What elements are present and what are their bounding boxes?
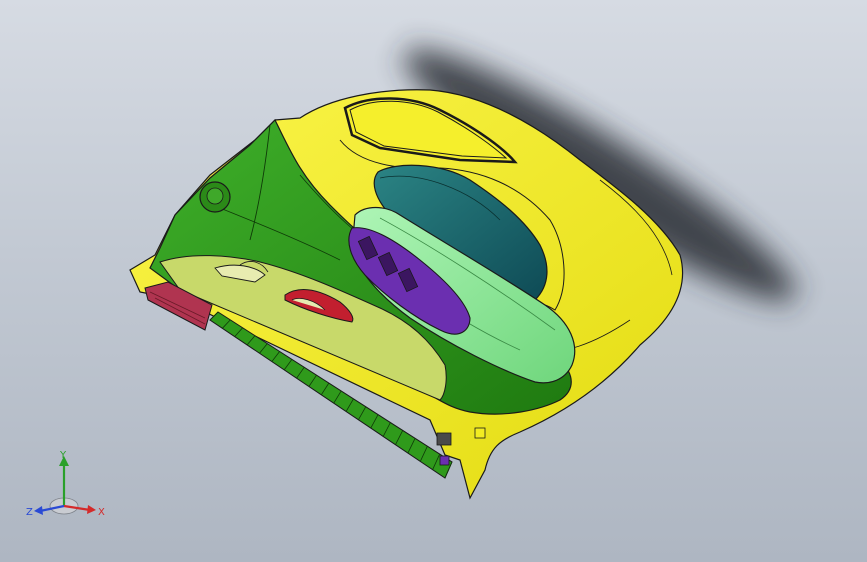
- door-panel-model[interactable]: [0, 0, 867, 562]
- x-axis-label: X: [98, 507, 105, 518]
- z-axis-label: Z: [26, 507, 33, 518]
- y-axis-label: Y: [59, 450, 67, 461]
- graphics-viewport[interactable]: Y X Z: [0, 0, 867, 562]
- coordinate-triad: Y X Z: [26, 450, 105, 518]
